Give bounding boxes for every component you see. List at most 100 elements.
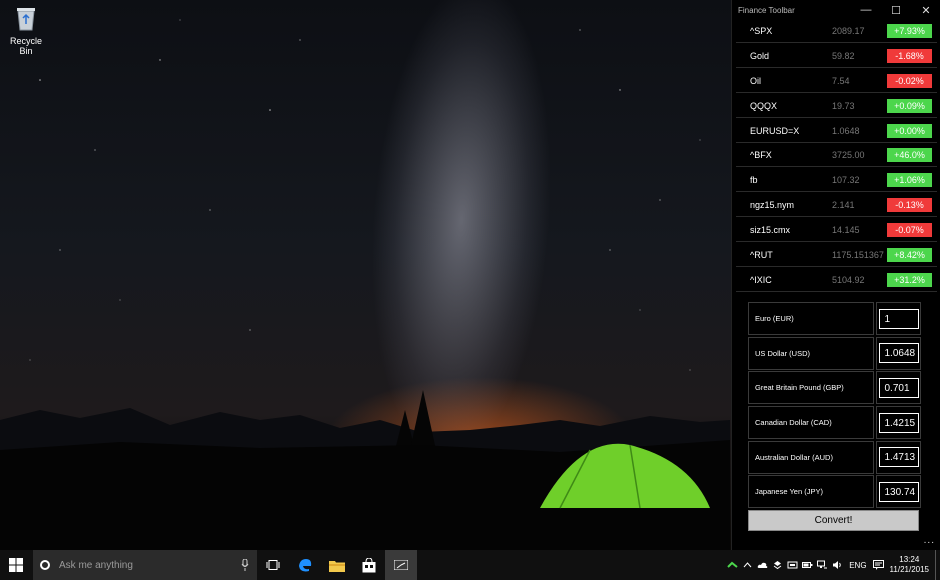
title-bar[interactable]: Finance Toolbar — ☐ ✕ [732, 0, 940, 20]
cortana-icon [40, 560, 50, 570]
ticker-price: 14.145 [832, 225, 860, 236]
ticker-symbol: ^SPX [750, 26, 773, 36]
convert-button[interactable]: Convert! [748, 510, 919, 532]
ticker-change-badge: +8.42% [887, 248, 932, 263]
ticker-change-badge: -0.02% [887, 73, 932, 88]
app-tray-icon[interactable] [727, 560, 738, 570]
ticker-symbol: fb [750, 175, 758, 186]
ticker-row[interactable]: ^IXIC 5104.92 +31.2% [736, 269, 937, 292]
edge-browser-button[interactable] [289, 550, 321, 580]
ticker-price: 19.73 [832, 100, 855, 111]
ticker-price: 59.82 [832, 50, 855, 61]
currency-amount-input[interactable]: 1 [878, 308, 919, 329]
ticker-change-badge: +0.09% [887, 98, 932, 113]
show-hidden-icons-icon[interactable] [742, 560, 753, 570]
currency-label: US Dollar (USD) [748, 336, 874, 370]
currency-amount-input[interactable]: 1.0648 [878, 343, 919, 364]
store-bag-icon [362, 557, 376, 572]
ticker-row[interactable]: QQQX 19.73 +0.09% [736, 95, 937, 118]
ticker-price: 2089.17 [832, 26, 865, 36]
ticker-list: ^SPX 2089.17 +7.93% Gold 59.82 -1.68% Oil 7.5… [732, 20, 940, 292]
system-tray: ENG 13:24 11/21/2015 [725, 550, 940, 580]
ticker-price: 2.141 [832, 200, 855, 211]
currency-label: Australian Dollar (AUD) [748, 440, 874, 474]
ticker-change-badge: +46.0% [887, 148, 932, 163]
ticker-symbol: Oil [750, 75, 761, 86]
usb-device-icon[interactable] [787, 560, 798, 570]
dropbox-icon[interactable] [772, 560, 783, 570]
task-view-icon [266, 560, 280, 570]
converter-row-aud: Australian Dollar (AUD) 1.4713 [748, 440, 921, 474]
converter-row-usd: US Dollar (USD) 1.0648 [748, 336, 921, 370]
edge-browser-icon [299, 559, 312, 572]
currency-amount-input[interactable]: 0.701 [878, 377, 919, 398]
clock[interactable]: 13:24 11/21/2015 [890, 555, 929, 575]
more-options-icon[interactable]: ... [924, 535, 935, 546]
network-icon[interactable] [817, 560, 828, 570]
finance-toolbar-taskbar-button[interactable] [385, 550, 417, 580]
converter-row-eur: Euro (EUR) 1 [748, 302, 921, 335]
currency-label: Euro (EUR) [748, 302, 874, 335]
recycle-bin-label: Recycle Bin [9, 36, 42, 56]
currency-label: Canadian Dollar (CAD) [748, 406, 874, 440]
microphone-icon[interactable] [241, 559, 249, 571]
ticker-change-badge: -1.68% [887, 48, 932, 63]
converter-row-jpy: Japanese Yen (JPY) 130.74 [748, 475, 921, 509]
ticker-row[interactable]: siz15.cmx 14.145 -0.07% [736, 219, 937, 243]
start-button[interactable] [0, 550, 32, 580]
ticker-change-badge: -0.13% [887, 198, 932, 213]
chart-icon [394, 560, 408, 570]
ticker-row[interactable]: fb 107.32 +1.06% [736, 169, 937, 193]
currency-amount-input[interactable]: 1.4713 [878, 447, 919, 468]
ticker-symbol: siz15.cmx [750, 225, 791, 236]
ticker-row[interactable]: EURUSD=X 1.0648 +0.00% [736, 120, 937, 143]
ticker-price: 3725.00 [832, 150, 865, 161]
recycle-bin-shortcut[interactable]: Recycle Bin [4, 4, 48, 56]
currency-converter: Euro (EUR) 1 US Dollar (USD) 1.0648 Grea… [748, 302, 921, 532]
ticker-symbol: QQQX [750, 100, 778, 111]
currency-label: Great Britain Pound (GBP) [748, 371, 874, 405]
action-center-icon[interactable] [872, 560, 884, 570]
onedrive-icon[interactable] [757, 560, 768, 570]
task-view-button[interactable] [257, 550, 289, 580]
ticker-row[interactable]: Gold 59.82 -1.68% [736, 45, 937, 68]
close-button[interactable]: ✕ [911, 0, 940, 20]
currency-amount-input[interactable]: 1.4215 [878, 412, 919, 433]
finance-toolbar-window: Finance Toolbar — ☐ ✕ ^SPX 2089.17 +7.93% … [731, 0, 940, 550]
ticker-symbol: Gold [750, 50, 770, 61]
search-placeholder: Ask me anything [59, 559, 133, 571]
maximize-button[interactable]: ☐ [881, 0, 911, 20]
ticker-symbol: ngz15.nym [750, 200, 795, 211]
converter-row-gbp: Great Britain Pound (GBP) 0.701 [748, 371, 921, 405]
converter-row-cad: Canadian Dollar (CAD) 1.4215 [748, 406, 921, 440]
folder-icon [329, 560, 345, 572]
ticker-row[interactable]: ^BFX 3725.00 +46.0% [736, 144, 937, 168]
store-button[interactable] [353, 550, 385, 580]
taskbar: Ask me anything ENG 13:24 11/21/2015 [0, 550, 940, 580]
ticker-price: 1.0648 [832, 125, 860, 136]
minimize-button[interactable]: — [851, 0, 881, 20]
ticker-row[interactable]: ngz15.nym 2.141 -0.13% [736, 194, 937, 218]
show-desktop-button[interactable] [935, 550, 940, 580]
ticker-row[interactable]: Oil 7.54 -0.02% [736, 70, 937, 93]
input-language-indicator[interactable]: ENG [849, 561, 866, 570]
ticker-row[interactable]: ^SPX 2089.17 +7.93% [736, 20, 937, 43]
clock-date: 11/21/2015 [889, 565, 929, 574]
ticker-symbol: ^IXIC [750, 274, 772, 285]
windows-logo-icon [9, 558, 23, 572]
ticker-price: 5104.92 [832, 274, 865, 285]
ticker-symbol: ^BFX [750, 150, 772, 161]
ticker-symbol: ^RUT [750, 250, 773, 261]
volume-icon[interactable] [832, 560, 843, 570]
file-explorer-button[interactable] [321, 550, 353, 580]
ticker-change-badge: +31.2% [887, 272, 932, 287]
ticker-price: 1175.151367 [832, 250, 884, 261]
ticker-change-badge: +0.00% [887, 123, 932, 138]
currency-amount-input[interactable]: 130.74 [878, 481, 919, 502]
ticker-row[interactable]: ^RUT 1175.151367 +8.42% [736, 244, 937, 268]
battery-icon[interactable] [802, 560, 813, 570]
window-title: Finance Toolbar [738, 5, 795, 15]
recycle-bin-icon [17, 8, 35, 31]
cortana-search-box[interactable]: Ask me anything [33, 550, 257, 580]
ticker-change-badge: +7.93% [887, 24, 932, 38]
